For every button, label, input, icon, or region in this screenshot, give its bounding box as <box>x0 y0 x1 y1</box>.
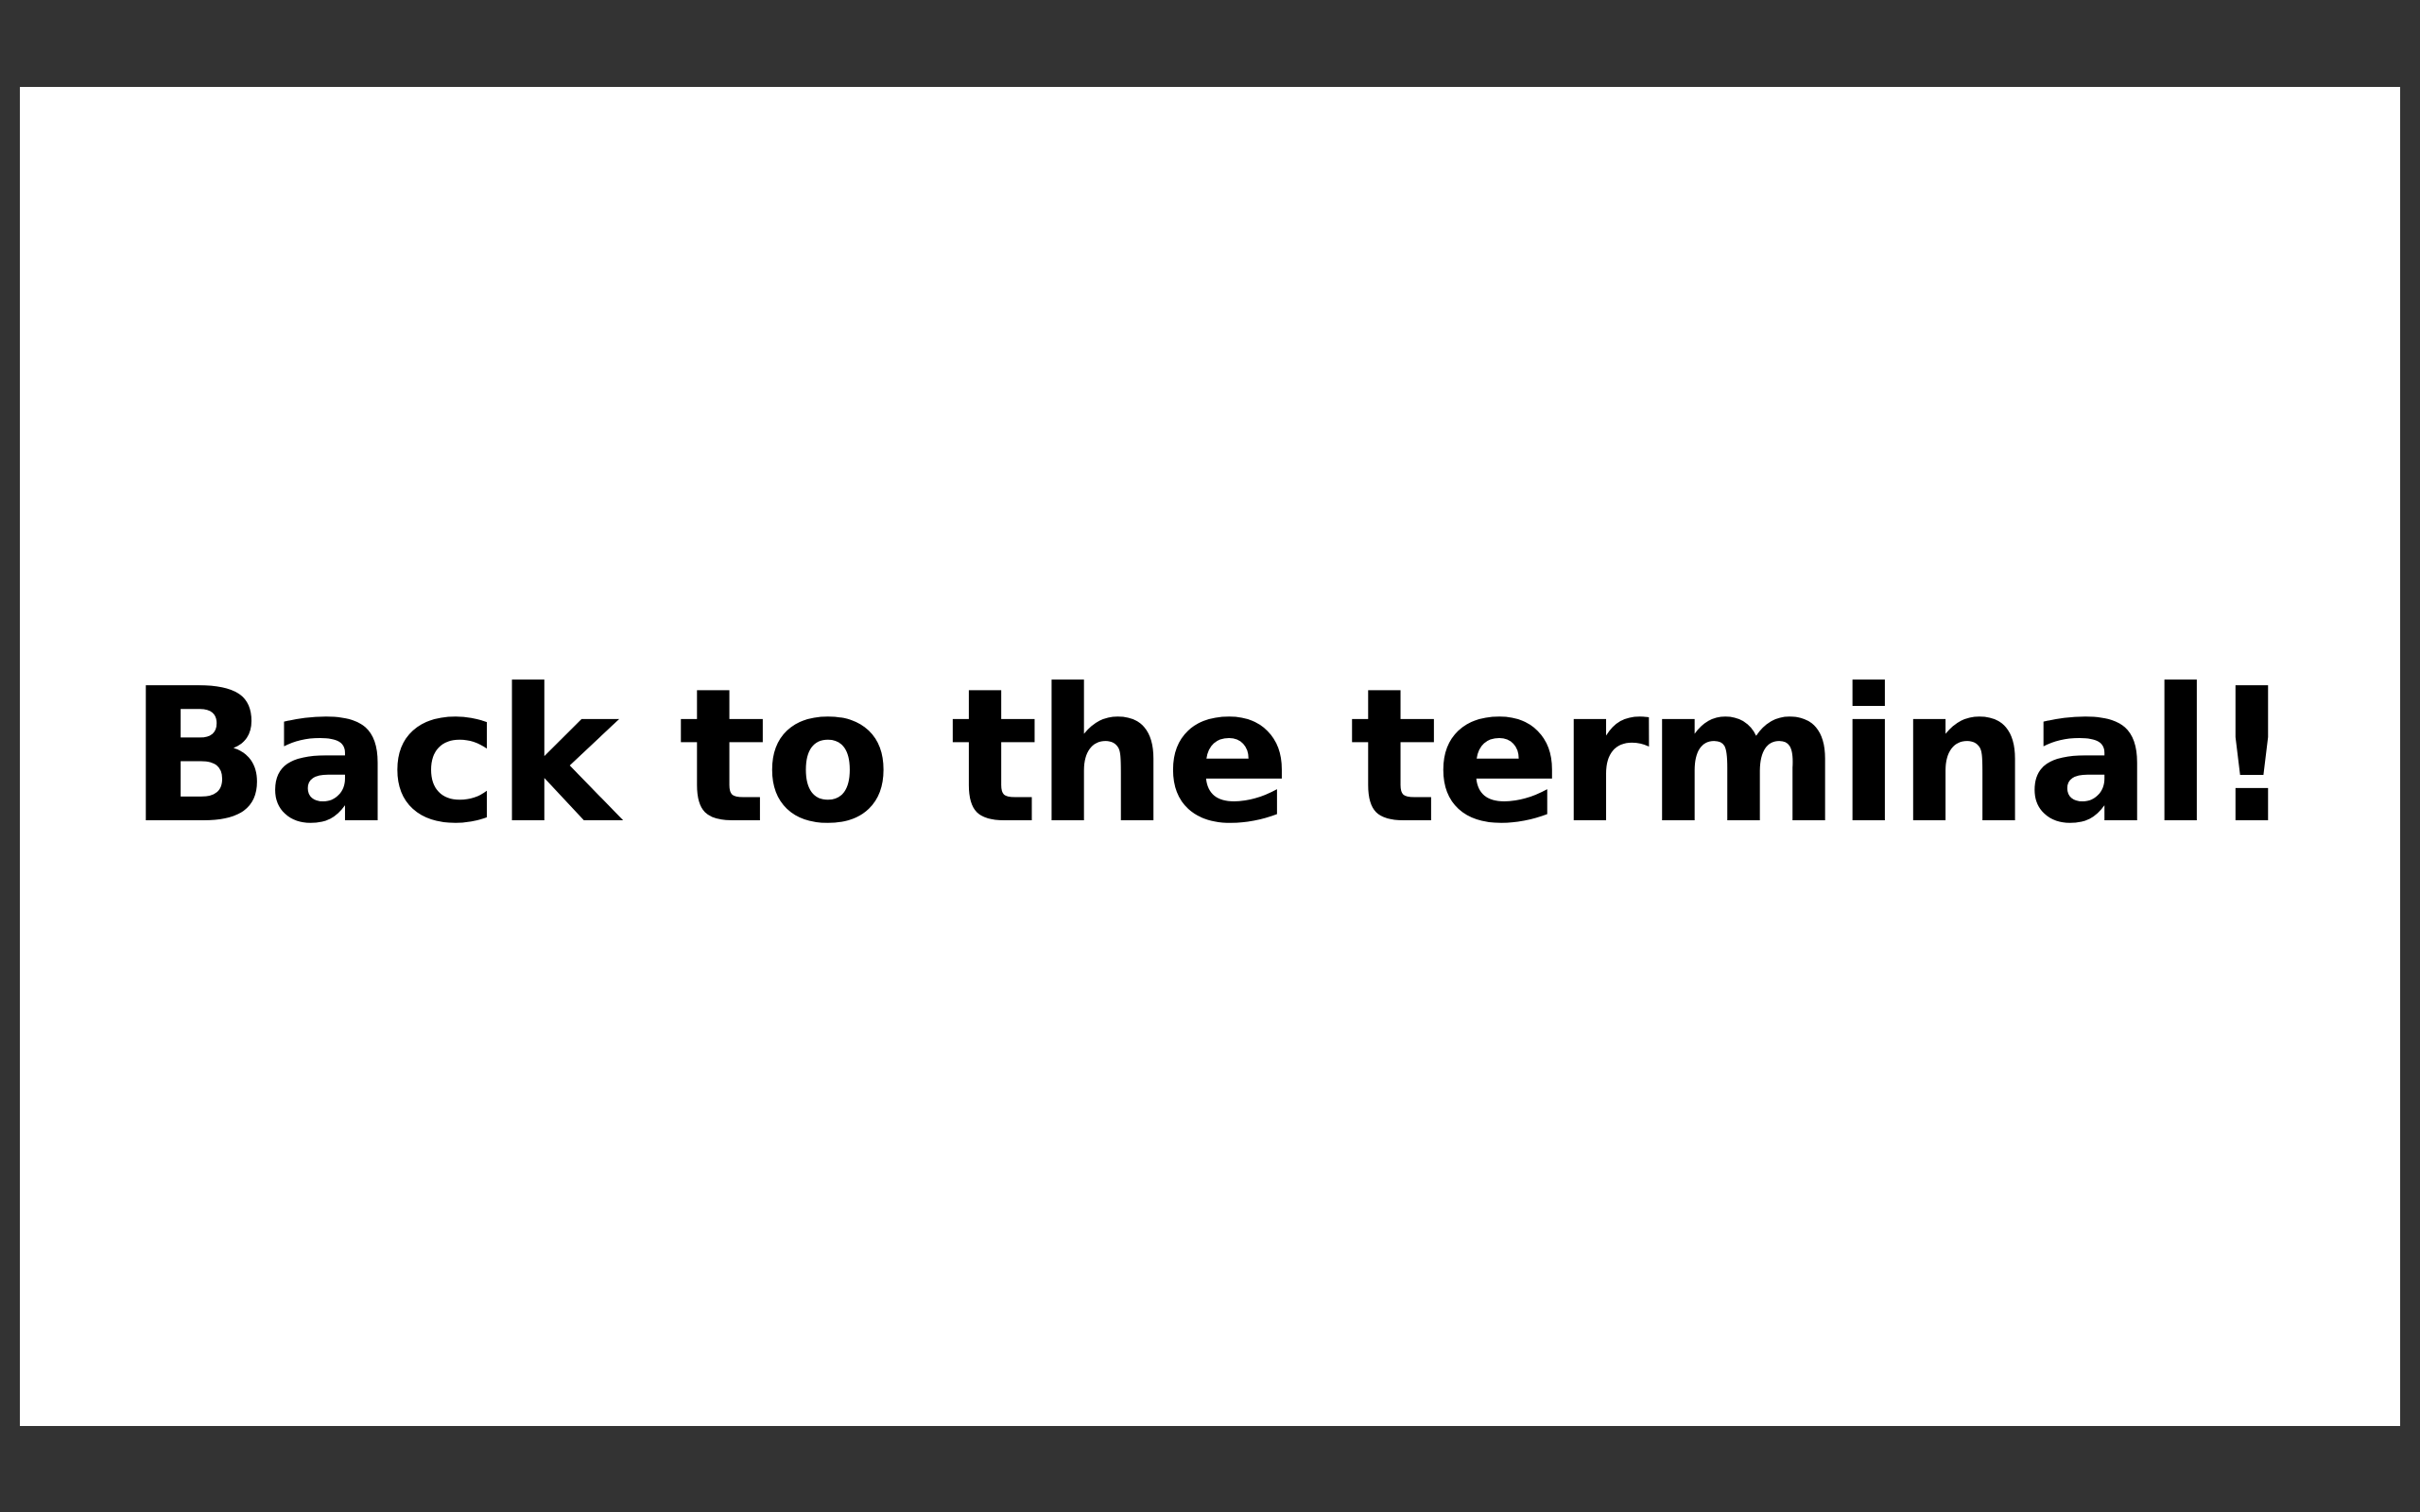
slide-title: Back to the terminal! <box>129 648 2293 865</box>
current-slide[interactable]: Back to the terminal! <box>20 87 2400 1426</box>
presentation-stage: Back to the terminal! <box>0 0 2420 1512</box>
